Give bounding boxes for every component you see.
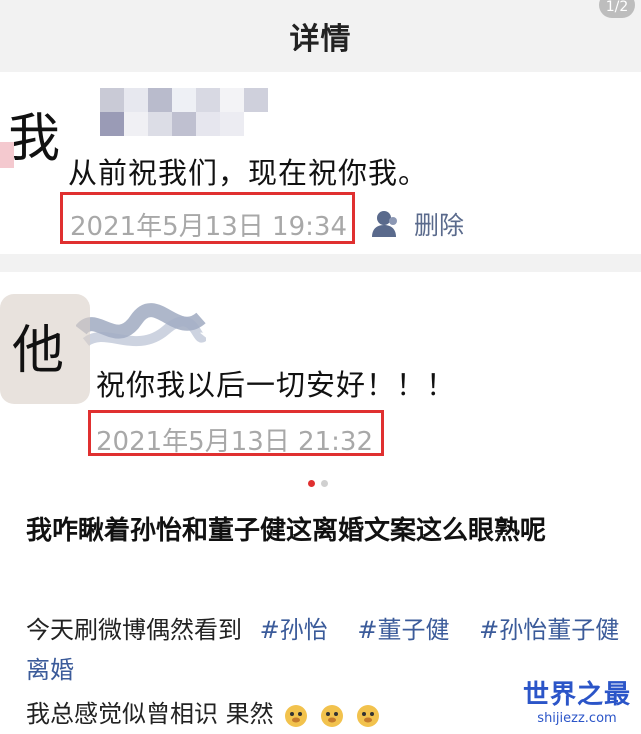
comment-timestamp: 2021年5月13日 19:34 [70,212,347,242]
comment-message: 从前祝我们，现在祝你我。 [68,156,429,190]
doge-emoji-icon [320,705,343,727]
page-title: 详情 [289,22,352,57]
carousel-dot-active[interactable] [308,480,315,487]
watermark-title: 世界之最 [522,680,631,710]
hashtag-link[interactable]: #孙怡 [260,616,328,644]
paragraph-text: 今天刷微博偶然看到 [26,616,242,644]
carousel-indicator [308,480,328,487]
paragraph-text: 我总感觉似曾相识 果然 [26,700,274,728]
top-bar: 1/2 详情 [0,0,641,72]
blurred-username [100,88,268,112]
comment-timestamp: 2021年5月13日 21:32 [96,427,373,457]
name-overlay-me: 我 [8,109,61,169]
scribble-blur [76,303,206,347]
person-icon [372,211,397,237]
name-overlay-him: 他 [12,321,65,381]
article-title: 我咋瞅着孙怡和董子健这离婚文案这么眼熟呢 [26,516,547,546]
site-watermark: 世界之最 shijiezz.com [523,674,631,726]
blurred-username-row2 [100,112,244,136]
comment-message: 祝你我以后一切安好！！！ [96,368,457,402]
comment-card-mine: 我 从前祝我们，现在祝你我。 2021年5月13日 19:34 删除 [0,72,641,272]
carousel-dot[interactable] [321,480,328,487]
hashtag-link[interactable]: #董子健 [357,616,449,644]
delete-action[interactable]: 删除 [370,206,464,242]
watermark-subtitle: shijiezz.com [537,711,617,726]
delete-label[interactable]: 删除 [414,206,464,242]
doge-emoji-icon [356,705,379,727]
comment-card-his: 他 祝你我以后一切安好！！！ 2021年5月13日 21:32 [0,290,641,480]
doge-emoji-icon [285,705,308,727]
avatar-fragment [0,142,14,168]
